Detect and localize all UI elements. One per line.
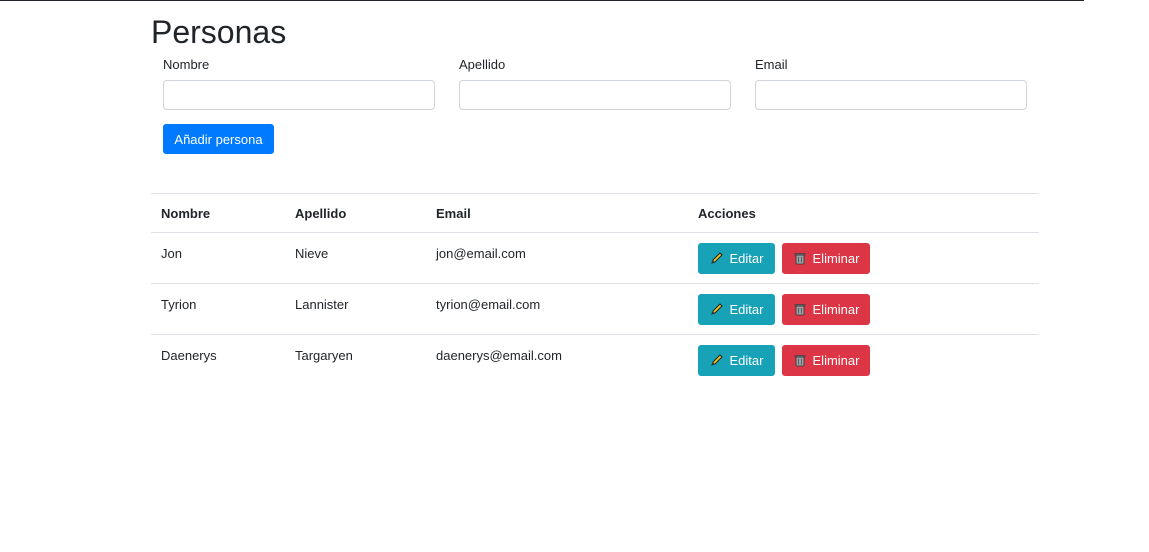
people-table: Nombre Apellido Email Acciones Jon Nieve… [151,193,1039,385]
cell-apellido: Targaryen [285,334,426,385]
pencil-icon [710,302,724,316]
delete-label: Eliminar [812,301,860,317]
delete-label: Eliminar [812,352,860,368]
header-email: Email [426,193,688,233]
table-row: Daenerys Targaryen daenerys@email.com Ed… [151,334,1039,385]
pencil-icon [710,251,724,265]
cell-actions: Editar Eliminar [688,283,1039,335]
trash-icon [793,302,807,316]
trash-icon [793,353,807,367]
cell-nombre: Tyrion [151,283,285,335]
pencil-icon [710,353,724,367]
apellido-group: Apellido [459,57,731,110]
nombre-input[interactable] [163,80,435,110]
delete-button[interactable]: Eliminar [782,293,870,325]
table-row: Tyrion Lannister tyrion@email.com Editar [151,283,1039,335]
cell-actions: Editar Eliminar [688,232,1039,284]
nombre-group: Nombre [163,57,435,110]
delete-button[interactable]: Eliminar [782,242,870,274]
header-nombre: Nombre [151,193,285,233]
trash-icon [793,251,807,265]
header-apellido: Apellido [285,193,426,233]
top-border [0,0,1084,1]
apellido-input[interactable] [459,80,731,110]
edit-button[interactable]: Editar [698,293,775,325]
table-row: Jon Nieve jon@email.com Editar Eliminar [151,232,1039,284]
edit-label: Editar [729,250,764,266]
cell-nombre: Jon [151,232,285,284]
delete-button[interactable]: Eliminar [782,344,870,376]
add-person-button[interactable]: Añadir persona [163,124,274,154]
cell-nombre: Daenerys [151,334,285,385]
edit-label: Editar [729,301,764,317]
cell-apellido: Nieve [285,232,426,284]
apellido-label: Apellido [459,57,506,72]
edit-button[interactable]: Editar [698,242,775,274]
header-acciones: Acciones [688,193,1039,233]
email-label: Email [755,57,788,72]
page-title: Personas [151,14,287,50]
cell-email: jon@email.com [426,232,688,284]
cell-actions: Editar Eliminar [688,334,1039,385]
edit-button[interactable]: Editar [698,344,775,376]
delete-label: Eliminar [812,250,860,266]
cell-email: daenerys@email.com [426,334,688,385]
cell-email: tyrion@email.com [426,283,688,335]
email-group: Email [755,57,1027,110]
edit-label: Editar [729,352,764,368]
email-input[interactable] [755,80,1027,110]
nombre-label: Nombre [163,57,210,72]
cell-apellido: Lannister [285,283,426,335]
table-header-row: Nombre Apellido Email Acciones [151,193,1039,233]
